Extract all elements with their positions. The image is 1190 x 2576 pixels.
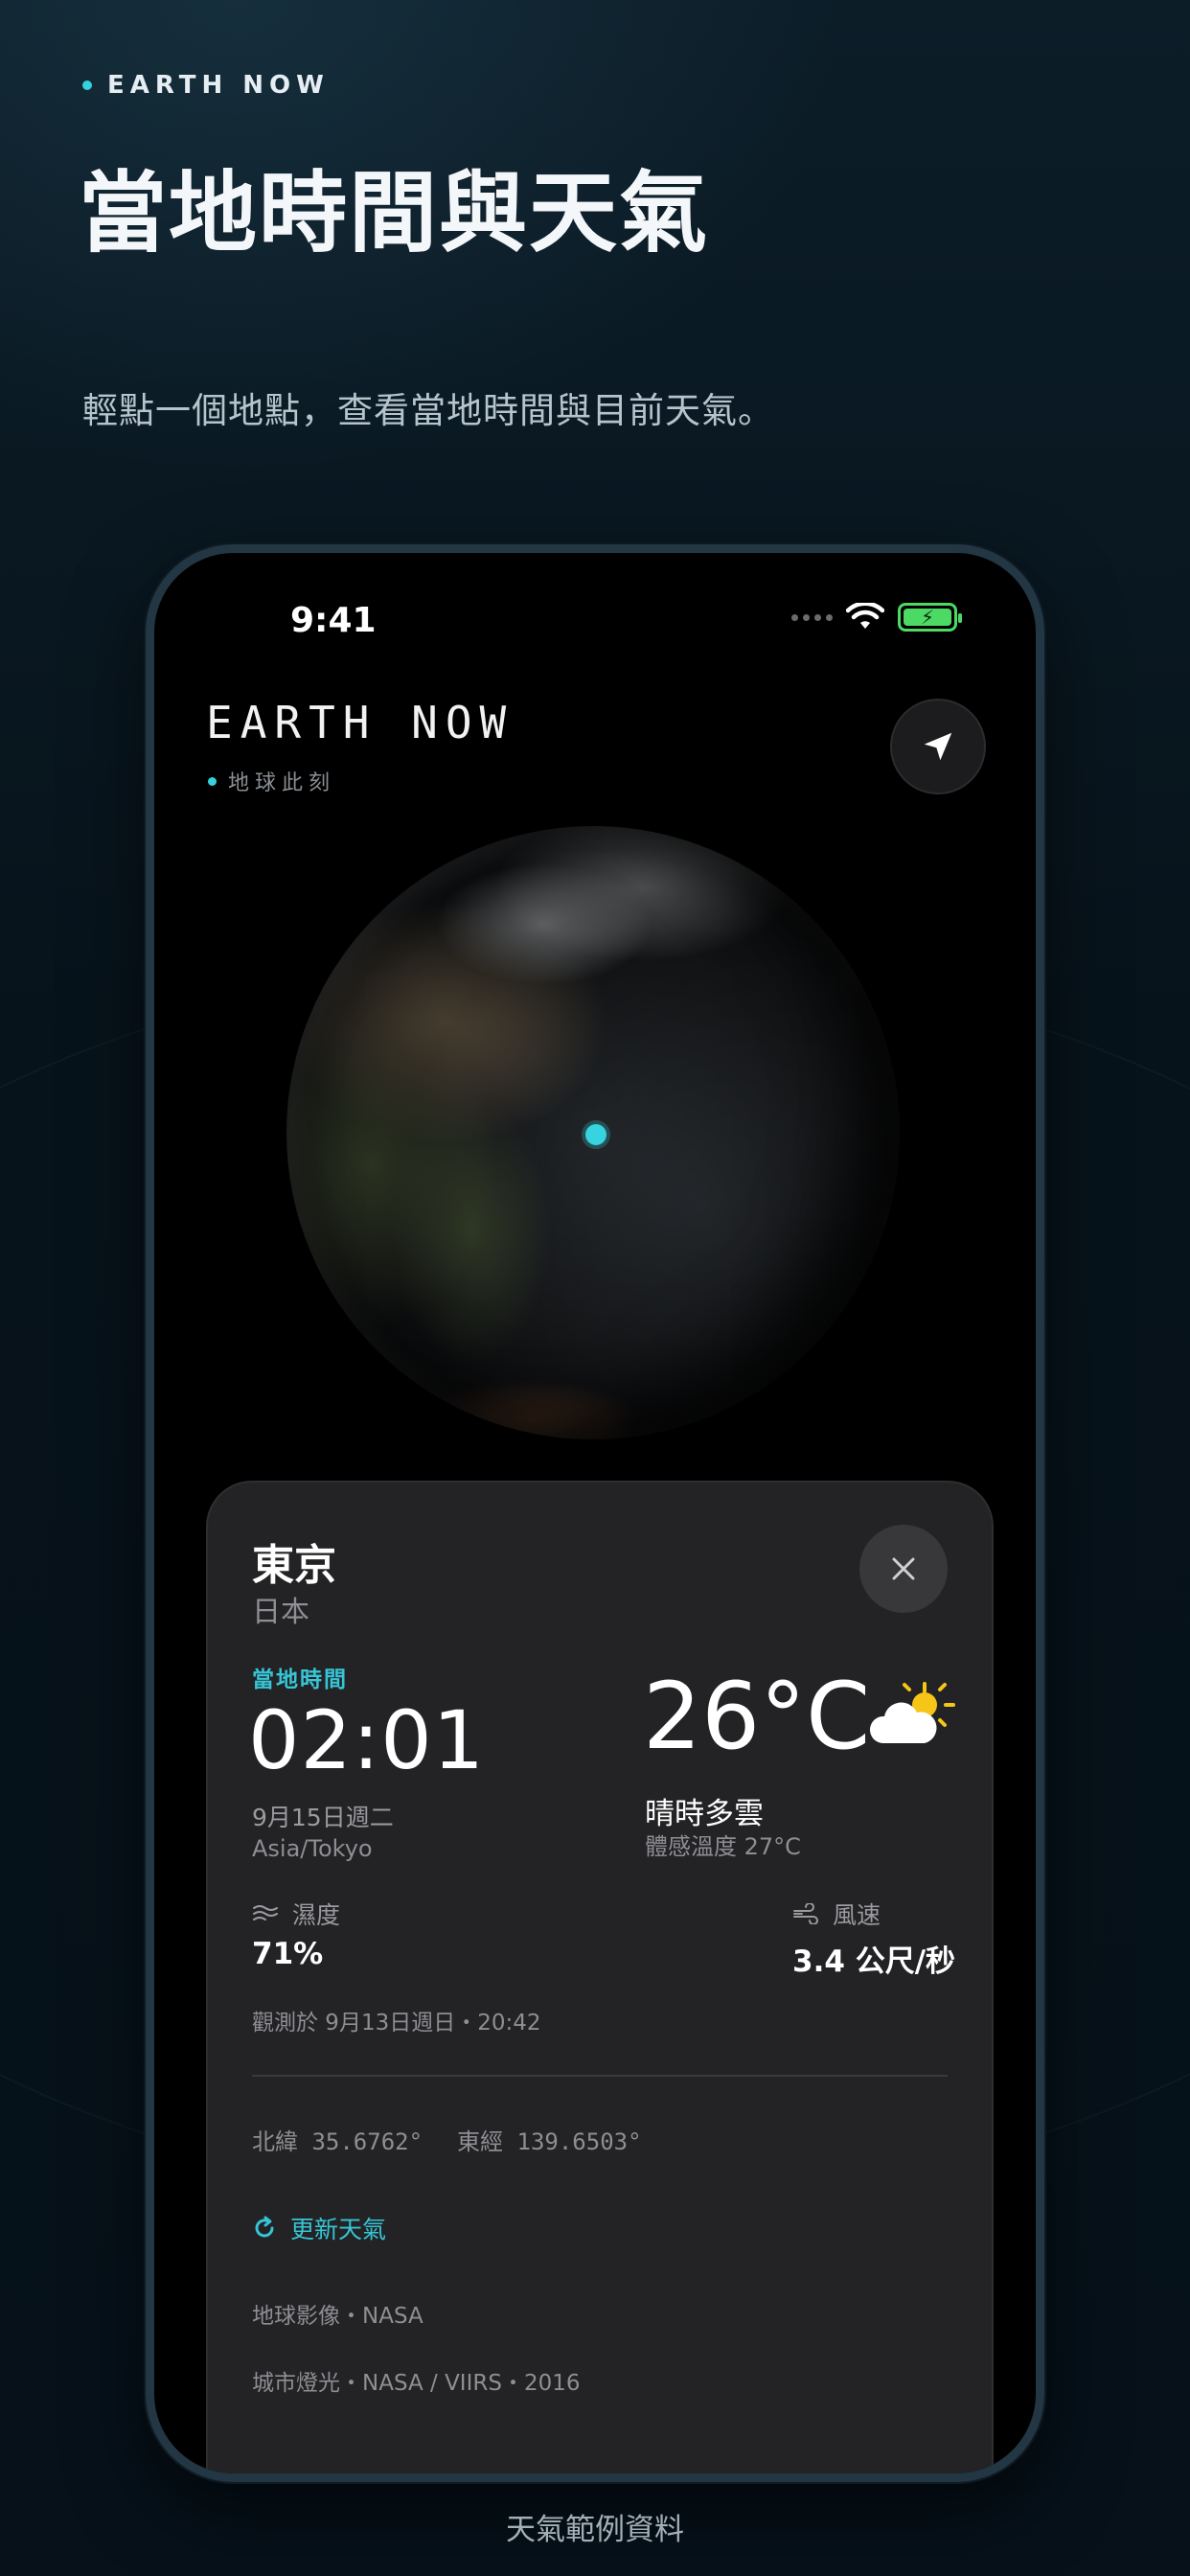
app-subtitle-text: 地球此刻 (228, 771, 336, 795)
credit-imagery: 地球影像・NASA (252, 2304, 423, 2329)
locate-button[interactable] (890, 699, 986, 794)
battery-charging-icon: ⚡ (898, 603, 962, 632)
weather-condition: 晴時多雲 (645, 1797, 764, 1831)
kicker-text: EARTH NOW (107, 71, 330, 100)
local-time-label: 當地時間 (252, 1668, 348, 1692)
wind-icon (793, 1903, 818, 1924)
humidity-label: 濕度 (252, 1897, 340, 1931)
promo-headline: 當地時間與天氣 (79, 162, 710, 264)
phone-frame: 9:41 ⚡ EARTH NOW 地球此刻 東京 日本 當地時間 02:01 9… (146, 544, 1044, 2482)
accent-dot (208, 776, 217, 786)
longitude: 東經 139.6503° (457, 2128, 642, 2155)
promo-page: EARTH NOW 當地時間與天氣 輕點一個地點，查看當地時間與目前天氣。 9:… (0, 0, 1190, 2576)
status-time: 9:41 (290, 601, 377, 640)
credit-city-lights: 城市燈光・NASA / VIIRS・2016 (252, 2371, 581, 2396)
humidity-label-text: 濕度 (292, 1901, 341, 1929)
latitude: 北緯 35.6762° (252, 2128, 423, 2155)
refresh-label: 更新天氣 (290, 2216, 387, 2243)
wind-label-text: 風速 (833, 1901, 881, 1929)
earth-globe[interactable] (286, 826, 900, 1439)
close-button[interactable] (859, 1525, 948, 1613)
coordinates: 北緯 35.6762° 東經 139.6503° (252, 2123, 642, 2156)
divider (252, 2075, 948, 2077)
signal-dots-icon (791, 613, 833, 621)
humidity-value: 71% (252, 1937, 324, 1971)
humidity-icon (253, 1905, 278, 1920)
promo-caption: 天氣範例資料 (506, 2513, 684, 2547)
status-icons: ⚡ (791, 603, 962, 632)
observed-time: 觀測於 9月13日週日・20:42 (252, 2011, 541, 2036)
app-subtitle: 地球此刻 (208, 766, 335, 796)
wind-value: 3.4 公尺/秒 (792, 1944, 956, 1979)
feels-like: 體感溫度 27°C (645, 1833, 801, 1860)
promo-subline: 輕點一個地點，查看當地時間與目前天氣。 (82, 390, 774, 431)
promo-kicker: EARTH NOW (82, 71, 330, 100)
partly-sunny-icon (869, 1682, 955, 1743)
local-date: 9月15日週二 (252, 1804, 394, 1831)
location-pin[interactable] (585, 1124, 606, 1145)
city-name: 東京 (252, 1541, 336, 1590)
accent-dot (82, 80, 92, 90)
temperature: 26°C (643, 1663, 871, 1770)
wifi-icon (846, 603, 884, 629)
phone-screen: 9:41 ⚡ EARTH NOW 地球此刻 東京 日本 當地時間 02:01 9… (154, 553, 1036, 2473)
local-time: 02:01 (248, 1693, 486, 1787)
location-card: 東京 日本 當地時間 02:01 9月15日週二 Asia/Tokyo 26°C (206, 1481, 994, 2473)
refresh-icon (255, 2216, 274, 2238)
app-title: EARTH NOW (206, 697, 515, 748)
close-icon (892, 1557, 915, 1580)
location-arrow-icon (924, 732, 952, 761)
wind-label: 風速 (792, 1897, 881, 1931)
refresh-weather-button[interactable]: 更新天氣 (252, 2211, 386, 2245)
country-name: 日本 (252, 1596, 309, 1629)
timezone: Asia/Tokyo (252, 1835, 373, 1862)
